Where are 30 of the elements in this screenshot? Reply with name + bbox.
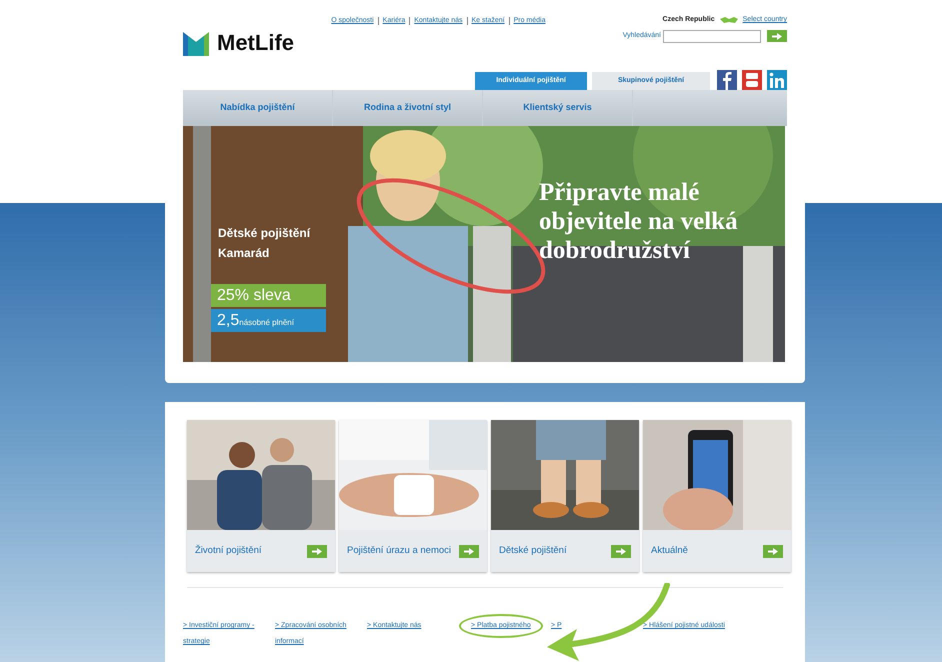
card-title[interactable]: Pojištění úrazu a nemoci xyxy=(347,544,452,558)
arrow-button[interactable] xyxy=(763,544,783,558)
product-title: Dětské pojištění xyxy=(218,225,310,242)
arrow-button[interactable] xyxy=(459,544,479,558)
linkedin-icon[interactable] xyxy=(767,70,787,90)
arrow-icon xyxy=(768,548,778,554)
arrow-button[interactable] xyxy=(611,544,631,558)
facebook-icon[interactable] xyxy=(717,70,737,90)
logo-text: MetLife xyxy=(217,29,294,57)
product-title: Kamarád xyxy=(218,245,270,262)
arrow-icon xyxy=(464,548,474,554)
discount-badge: 25% sleva xyxy=(211,284,326,307)
benefit-badge: 2,5násobné plnění xyxy=(211,309,326,332)
card-title[interactable]: Aktuálně xyxy=(651,544,688,558)
card[interactable]: Životní pojištění xyxy=(187,420,335,572)
logo-icon xyxy=(183,30,209,56)
arrow-icon xyxy=(616,548,626,554)
card-title[interactable]: Dětské pojištění xyxy=(499,544,567,558)
card[interactable]: Dětské pojištění xyxy=(491,420,639,572)
arrow-button[interactable] xyxy=(307,544,327,558)
search-button[interactable] xyxy=(767,30,787,42)
card[interactable]: Aktuálně xyxy=(643,420,791,572)
youtube-icon[interactable] xyxy=(742,70,762,90)
hero-headline: Připravte malé objevitele na velká dobrodružství xyxy=(539,178,738,265)
map-icon xyxy=(718,16,739,24)
card-title[interactable]: Životní pojištění xyxy=(195,544,262,558)
search-field[interactable] xyxy=(663,30,761,42)
arrow-icon xyxy=(772,32,782,40)
arrow-icon xyxy=(312,548,322,554)
card[interactable]: Pojištění úrazu a nemoci xyxy=(339,420,487,572)
